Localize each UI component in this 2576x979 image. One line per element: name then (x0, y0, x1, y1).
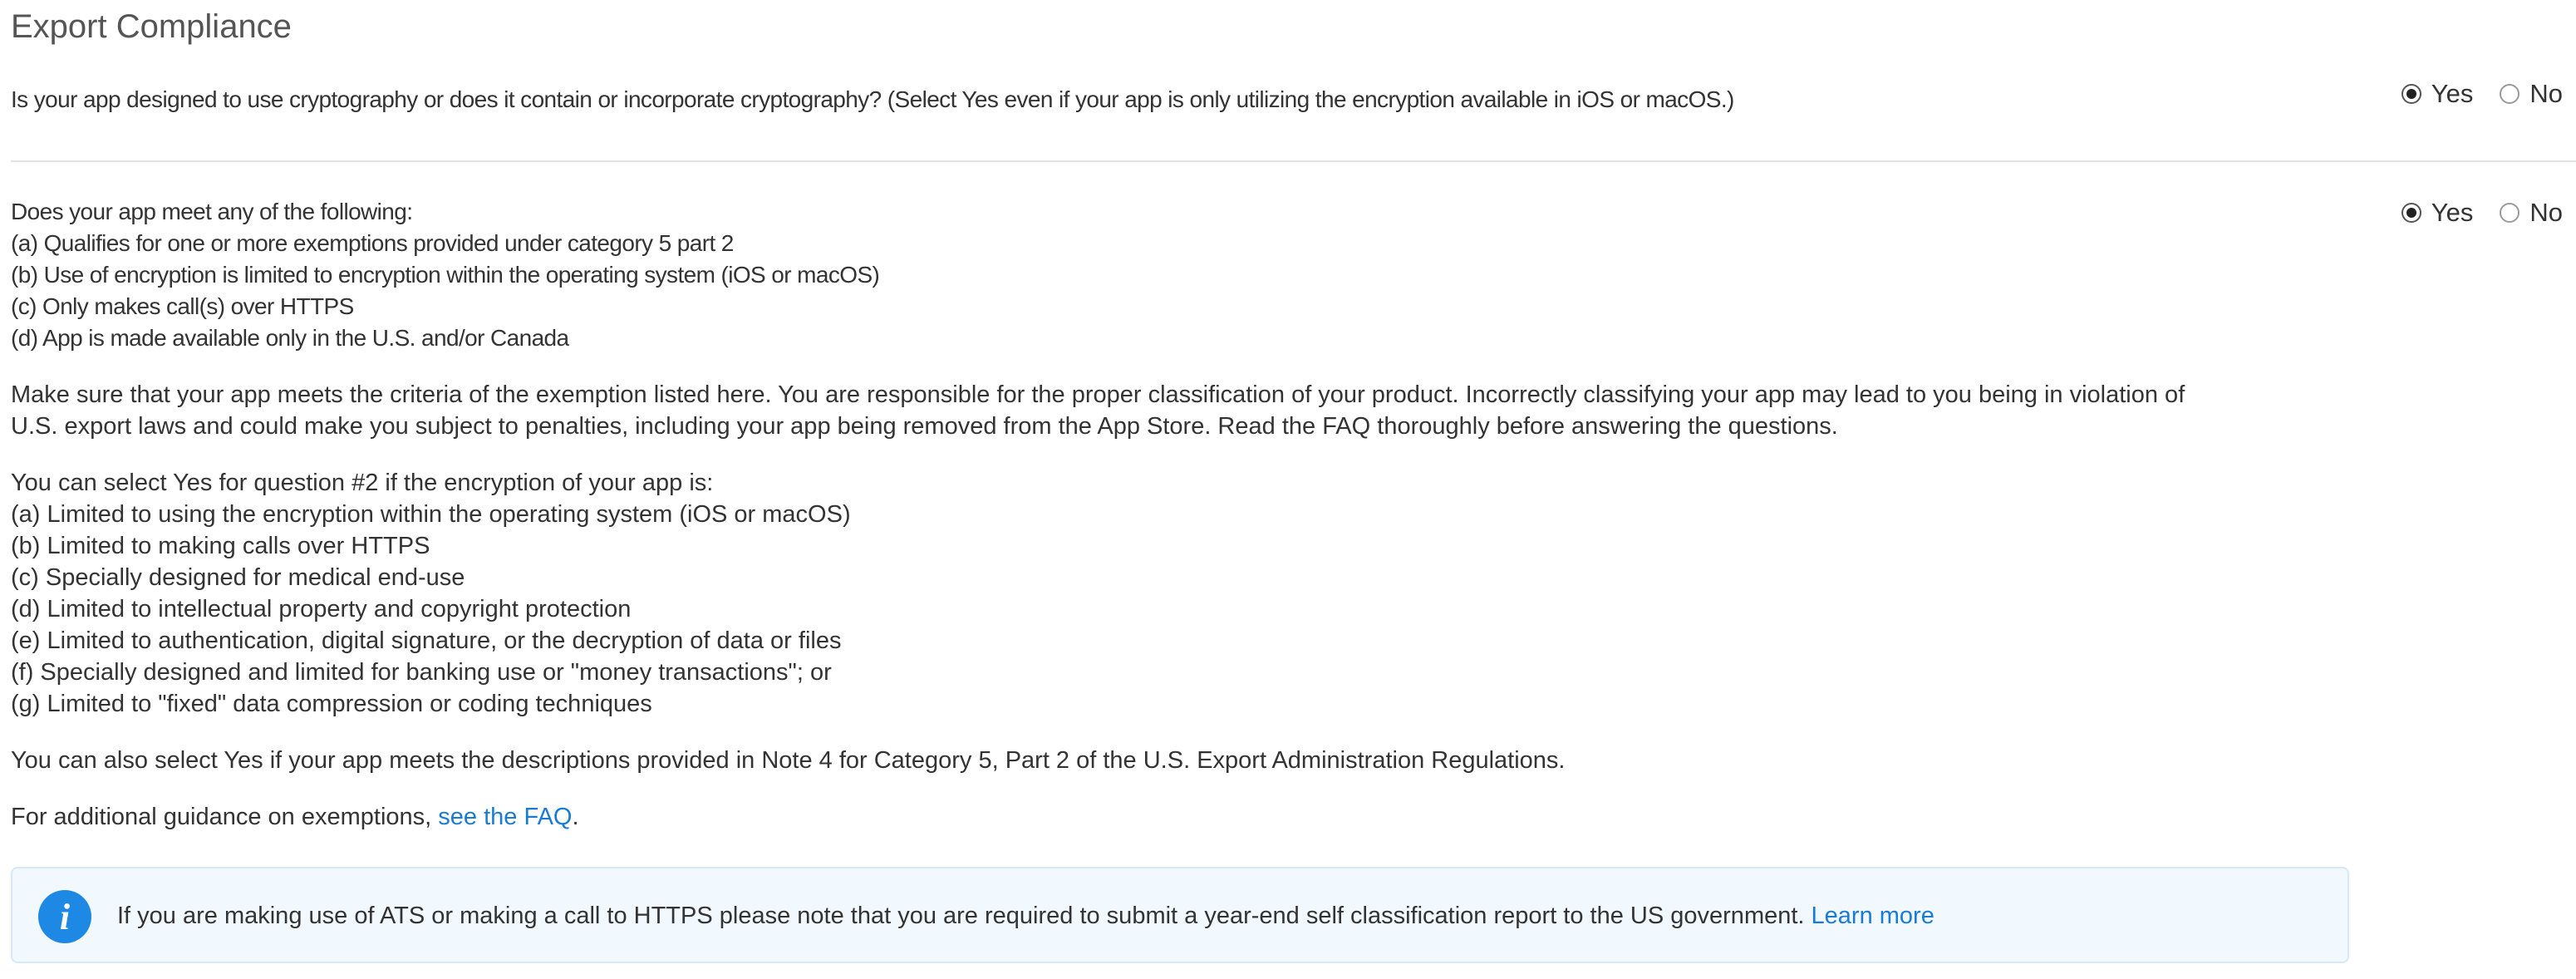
radio-label-no: No (2529, 198, 2563, 227)
guidance-suffix: . (572, 804, 579, 830)
info-banner: i If you are making use of ATS or making… (11, 867, 2349, 963)
question-2-radio-group: Yes No (2375, 196, 2563, 229)
radio-checked-icon[interactable] (2401, 84, 2421, 104)
question-2-line: (a) Qualifies for one or more exemptions… (11, 230, 734, 256)
info-banner-text: If you are making use of ATS or making a… (117, 900, 1934, 932)
note-4-line: You can also select Yes if your app meet… (11, 747, 1566, 774)
criteria-item: (g) Limited to "fixed" data compression … (11, 691, 652, 717)
question-1-yes-radio[interactable]: Yes (2401, 77, 2474, 111)
question-1-radio-group: Yes No (2375, 77, 2563, 111)
radio-label-yes: Yes (2431, 198, 2474, 227)
question-2-yes-radio[interactable]: Yes (2401, 196, 2474, 229)
criteria-item: (b) Limited to making calls over HTTPS (11, 533, 430, 559)
question-2-text: Does your app meet any of the following:… (11, 196, 1257, 354)
question-2-no-radio[interactable]: No (2500, 196, 2563, 229)
criteria-intro: You can select Yes for question #2 if th… (11, 470, 714, 496)
radio-unchecked-icon[interactable] (2500, 203, 2520, 223)
criteria-item: (c) Specially designed for medical end-u… (11, 564, 465, 591)
info-icon: i (38, 890, 91, 943)
criteria-item: (a) Limited to using the encryption with… (11, 501, 851, 528)
exemption-criteria: You can select Yes for question #2 if th… (11, 467, 2362, 720)
question-1-text: Is your app designed to use cryptography… (11, 86, 1734, 112)
question-2-line: Does your app meet any of the following: (11, 199, 413, 224)
radio-label-no: No (2529, 79, 2563, 108)
see-faq-link[interactable]: see the FAQ (438, 804, 572, 830)
question-2-line: (b) Use of encryption is limited to encr… (11, 262, 880, 288)
question-2-line: (d) App is made available only in the U.… (11, 325, 569, 351)
note-4-text: You can also select Yes if your app meet… (11, 745, 2362, 776)
question-2-line: (c) Only makes call(s) over HTTPS (11, 293, 354, 319)
export-compliance-page: Export Compliance Is your app designed t… (0, 0, 2576, 979)
guidance-line: For additional guidance on exemptions, s… (11, 801, 2362, 833)
question-1-no-radio[interactable]: No (2500, 77, 2563, 111)
radio-checked-icon[interactable] (2401, 203, 2421, 223)
criteria-item: (f) Specially designed and limited for b… (11, 659, 832, 686)
radio-label-yes: Yes (2431, 79, 2474, 108)
criteria-item: (e) Limited to authentication, digital s… (11, 627, 842, 654)
info-message: If you are making use of ATS or making a… (117, 903, 1812, 929)
learn-more-link[interactable]: Learn more (1812, 903, 1934, 929)
guidance-text: For additional guidance on exemptions, s… (11, 801, 2362, 833)
guidance-prefix: For additional guidance on exemptions, (11, 804, 439, 830)
compliance-notice: Make sure that your app meets the criter… (11, 379, 2362, 442)
notice-line: Make sure that your app meets the criter… (11, 381, 2185, 408)
criteria-item: (d) Limited to intellectual property and… (11, 596, 632, 622)
section-divider (11, 160, 2576, 162)
radio-unchecked-icon[interactable] (2500, 84, 2520, 104)
page-title: Export Compliance (11, 8, 292, 45)
notice-line: U.S. export laws and could make you subj… (11, 413, 1838, 440)
